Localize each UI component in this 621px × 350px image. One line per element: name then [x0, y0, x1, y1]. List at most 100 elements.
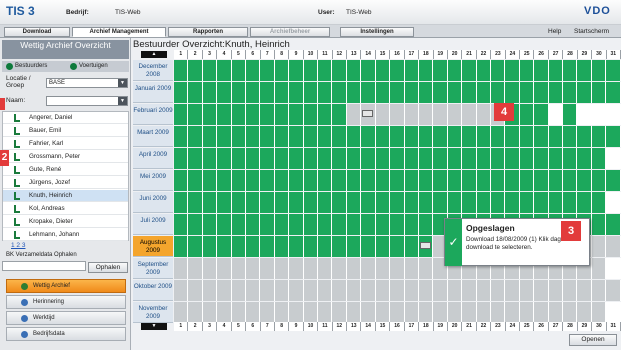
day-cell-recorded[interactable]: [433, 82, 448, 103]
download-file-icon[interactable]: [362, 110, 374, 117]
list-item[interactable]: Lehmann, Johann: [3, 229, 128, 241]
day-cell-recorded[interactable]: [404, 126, 419, 147]
day-cell-recorded[interactable]: [361, 170, 376, 191]
day-cell-missing[interactable]: [390, 302, 405, 323]
day-cell-missing[interactable]: [274, 280, 290, 301]
day-cell-recorded[interactable]: [519, 126, 535, 147]
day-cell-recorded[interactable]: [433, 148, 448, 169]
day-cell-recorded[interactable]: [462, 192, 477, 213]
day-cell-recorded[interactable]: [404, 192, 419, 213]
month-label[interactable]: April 2009: [133, 148, 173, 169]
day-cell-recorded[interactable]: [246, 214, 261, 235]
day-cell-recorded[interactable]: [375, 192, 391, 213]
day-cell-recorded[interactable]: [217, 126, 232, 147]
day-cell-recorded[interactable]: [505, 60, 520, 81]
day-cell-recorded[interactable]: [318, 214, 333, 235]
day-cell-missing[interactable]: [260, 258, 275, 279]
day-cell-recorded[interactable]: [361, 60, 376, 81]
day-cell-recorded[interactable]: [562, 170, 578, 191]
day-cell-missing[interactable]: [174, 302, 189, 323]
day-cell-recorded[interactable]: [519, 104, 535, 125]
day-cell-recorded[interactable]: [274, 82, 290, 103]
day-cell-recorded[interactable]: [332, 126, 347, 147]
day-cell-recorded[interactable]: [548, 60, 563, 81]
list-item[interactable]: Gute, René: [3, 164, 128, 176]
day-cell-recorded[interactable]: [433, 60, 448, 81]
day-cell-recorded[interactable]: [332, 104, 347, 125]
day-cell-recorded[interactable]: [289, 214, 304, 235]
day-cell-recorded[interactable]: [390, 60, 405, 81]
day-cell-recorded[interactable]: [418, 148, 434, 169]
day-cell-recorded[interactable]: [476, 148, 491, 169]
day-cell-missing[interactable]: [375, 258, 391, 279]
day-cell-recorded[interactable]: [188, 104, 203, 125]
day-cell-missing[interactable]: [476, 280, 491, 301]
day-cell-recorded[interactable]: [534, 170, 549, 191]
tab-download[interactable]: Download: [4, 27, 70, 37]
day-cell-recorded[interactable]: [246, 236, 261, 257]
day-cell-recorded[interactable]: [462, 170, 477, 191]
month-label[interactable]: Februari 2009: [133, 104, 173, 125]
day-cell-recorded[interactable]: [346, 170, 362, 191]
day-cell-missing[interactable]: [562, 280, 578, 301]
day-cell-missing[interactable]: [346, 302, 362, 323]
day-cell-missing[interactable]: [390, 258, 405, 279]
day-cell-recorded[interactable]: [490, 126, 506, 147]
day-cell-recorded[interactable]: [231, 82, 247, 103]
day-cell-recorded[interactable]: [303, 236, 319, 257]
day-cell-missing[interactable]: [289, 302, 304, 323]
day-cell-recorded[interactable]: [260, 60, 275, 81]
day-cell-missing[interactable]: [591, 280, 607, 301]
day-cell-recorded[interactable]: [534, 104, 549, 125]
menu-company-data[interactable]: Bedrijfsdata: [6, 327, 126, 341]
day-cell-missing[interactable]: [404, 104, 419, 125]
day-cell-recorded[interactable]: [303, 214, 319, 235]
day-cell-recorded[interactable]: [375, 60, 391, 81]
day-cell-recorded[interactable]: [404, 82, 419, 103]
day-cell-recorded[interactable]: [375, 170, 391, 191]
day-cell-recorded[interactable]: [606, 82, 621, 103]
day-cell-recorded[interactable]: [577, 148, 592, 169]
day-cell-recorded[interactable]: [246, 192, 261, 213]
day-cell-missing[interactable]: [346, 280, 362, 301]
day-cell-recorded[interactable]: [174, 236, 189, 257]
day-cell-missing[interactable]: [332, 302, 347, 323]
tab-vehicles[interactable]: Voertuigen: [68, 62, 108, 71]
day-cell-recorded[interactable]: [303, 126, 319, 147]
day-cell-missing[interactable]: [346, 104, 362, 125]
day-cell-recorded[interactable]: [606, 214, 621, 235]
day-cell-recorded[interactable]: [231, 192, 247, 213]
day-cell-recorded[interactable]: [447, 148, 463, 169]
day-cell-missing[interactable]: [174, 258, 189, 279]
list-item-selected[interactable]: Knuth, Heinrich: [3, 190, 128, 202]
day-cell-recorded[interactable]: [260, 170, 275, 191]
day-cell-recorded[interactable]: [274, 214, 290, 235]
day-cell-recorded[interactable]: [418, 170, 434, 191]
day-cell-recorded[interactable]: [188, 170, 203, 191]
day-cell-recorded[interactable]: [433, 170, 448, 191]
day-cell-recorded[interactable]: [289, 148, 304, 169]
day-cell-recorded[interactable]: [562, 192, 578, 213]
day-cell-recorded[interactable]: [476, 126, 491, 147]
menu-reminder[interactable]: Herinnering: [6, 295, 126, 309]
day-cell-recorded[interactable]: [562, 126, 578, 147]
day-cell-recorded[interactable]: [174, 126, 189, 147]
day-cell-missing[interactable]: [231, 258, 247, 279]
name-select[interactable]: ▼: [46, 96, 128, 106]
day-cell-missing[interactable]: [591, 302, 607, 323]
day-cell-missing[interactable]: [447, 280, 463, 301]
day-cell-missing[interactable]: [174, 280, 189, 301]
day-cell-recorded[interactable]: [246, 170, 261, 191]
day-cell-recorded[interactable]: [606, 126, 621, 147]
day-cell-recorded[interactable]: [274, 170, 290, 191]
list-item[interactable]: Jürgens, Jozef: [3, 177, 128, 189]
month-label[interactable]: Januari 2009: [133, 82, 173, 103]
day-cell-recorded[interactable]: [246, 126, 261, 147]
day-cell-recorded[interactable]: [332, 148, 347, 169]
day-cell-recorded[interactable]: [447, 60, 463, 81]
day-cell-recorded[interactable]: [606, 170, 621, 191]
day-cell-missing[interactable]: [332, 258, 347, 279]
day-cell-recorded[interactable]: [418, 126, 434, 147]
day-cell-recorded[interactable]: [591, 170, 607, 191]
day-cell-missing[interactable]: [577, 302, 592, 323]
